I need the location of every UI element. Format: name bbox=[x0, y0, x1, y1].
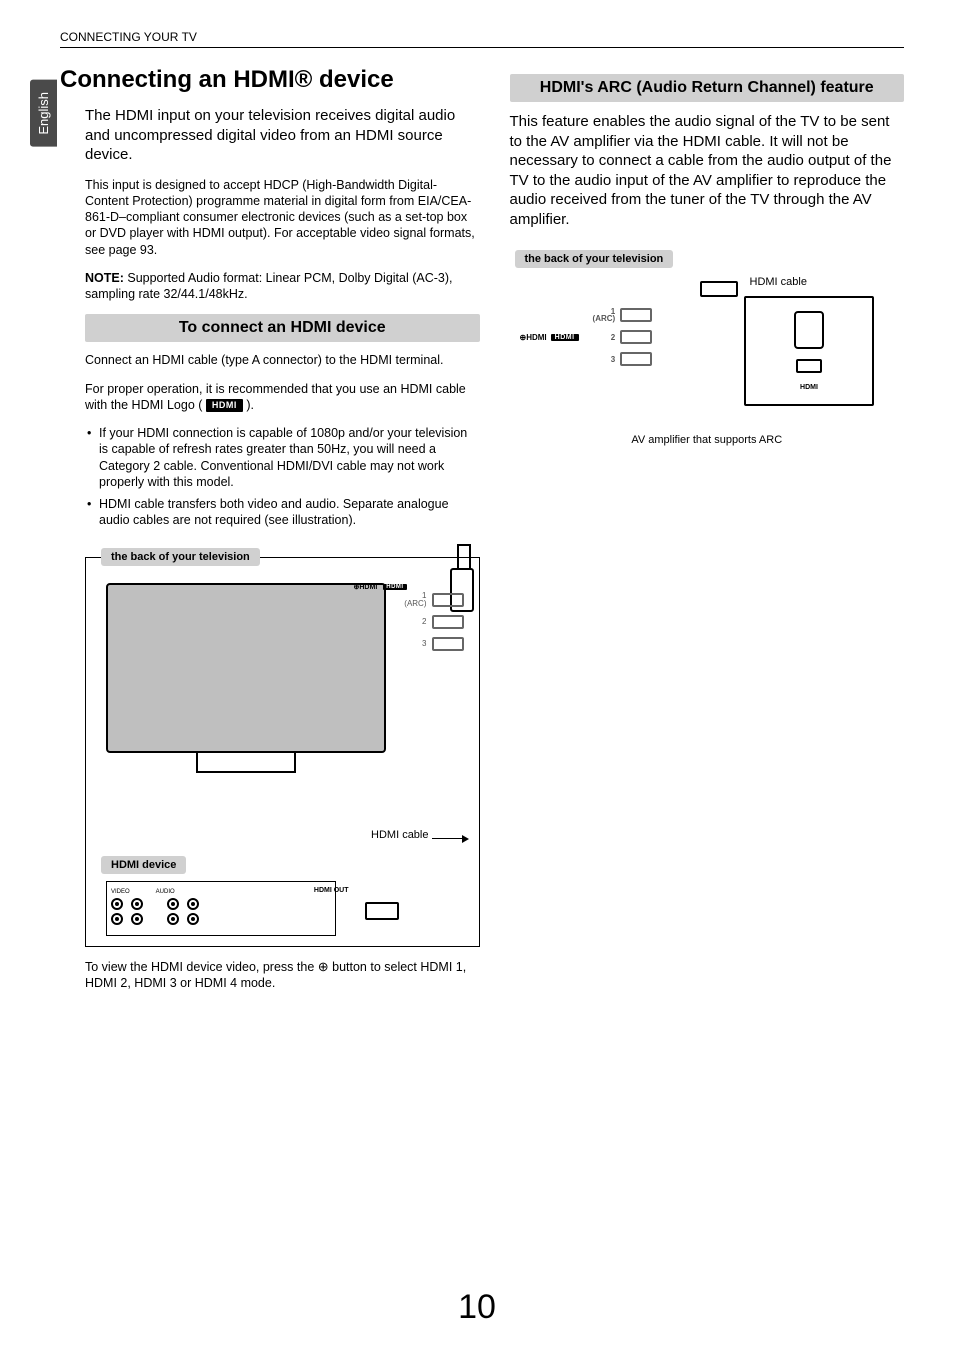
body-para-2: Connect an HDMI cable (type A connector)… bbox=[85, 352, 480, 368]
hdmi-logo-icon: HDMI bbox=[383, 584, 406, 590]
input-source-icon: ⊕ bbox=[318, 959, 329, 974]
hdmi-out-label: HDMI OUT bbox=[314, 887, 349, 894]
subheading-connect: To connect an HDMI device bbox=[85, 314, 480, 342]
amplifier-caption: AV amplifier that supports ARC bbox=[510, 434, 905, 446]
hdmi-logo-icon: HDMI bbox=[206, 399, 243, 413]
rca-jack-icon bbox=[111, 898, 123, 910]
bullet-list: If your HDMI connection is capable of 10… bbox=[85, 425, 480, 529]
para3-after: ). bbox=[243, 398, 254, 412]
language-tab: English bbox=[30, 80, 57, 147]
cable-label: HDMI cable bbox=[371, 829, 428, 841]
hdmi-port-icon bbox=[620, 330, 652, 344]
hdmi-port-icon bbox=[432, 637, 464, 651]
hdmi-port-icon bbox=[620, 308, 652, 322]
body-para-4: To view the HDMI device video, press the… bbox=[85, 959, 480, 992]
hdmi-logo-icon: HDMI bbox=[551, 334, 579, 341]
port-label-1: 1 (ARC) bbox=[404, 592, 426, 606]
note-label: NOTE: bbox=[85, 271, 124, 285]
right-column: HDMI's ARC (Audio Return Channel) featur… bbox=[510, 66, 905, 1004]
audio-label: AUDIO bbox=[156, 889, 175, 895]
hdmi-label: ⊕HDMI bbox=[520, 333, 547, 342]
hdmi-out-plug-icon bbox=[365, 902, 399, 920]
para3-before: For proper operation, it is recommended … bbox=[85, 382, 466, 412]
hdmi-plug-icon bbox=[700, 281, 738, 297]
body-para-3: For proper operation, it is recommended … bbox=[85, 381, 480, 414]
rca-jack-icon bbox=[131, 898, 143, 910]
amplifier-icon bbox=[794, 311, 824, 349]
hdmi-port-icon bbox=[432, 593, 464, 607]
av-amplifier-illustration: HDMI bbox=[744, 296, 874, 406]
hdmi-device-illustration: VIDEO AUDIO bbox=[106, 881, 336, 936]
port-label-3: 3 bbox=[597, 355, 615, 364]
note-text: NOTE: Supported Audio format: Linear PCM… bbox=[85, 270, 480, 303]
left-column: Connecting an HDMI® device The HDMI inpu… bbox=[85, 66, 480, 1004]
diagram-device-label: HDMI device bbox=[101, 856, 186, 874]
hdmi-panel: ⊕HDMI HDMI 1 (ARC) 2 3 bbox=[520, 306, 690, 368]
rca-jack-icon bbox=[187, 898, 199, 910]
subheading-arc: HDMI's ARC (Audio Return Channel) featur… bbox=[510, 74, 905, 102]
video-label: VIDEO bbox=[111, 889, 130, 895]
hdmi-port-icon bbox=[620, 352, 652, 366]
rca-jack-icon bbox=[131, 913, 143, 925]
arrow-icon bbox=[432, 838, 467, 839]
diagram-tv-label: the back of your television bbox=[515, 250, 674, 268]
diagram-tv-label: the back of your television bbox=[101, 548, 260, 566]
hdmi-in-port-icon bbox=[796, 359, 822, 373]
hdmi-panel: ⊕HDMI HDMI 1 (ARC) 2 3 bbox=[354, 583, 464, 653]
page-title: Connecting an HDMI® device bbox=[60, 66, 480, 94]
diagram-arc: the back of your television ⊕HDMI HDMI 1… bbox=[510, 249, 905, 446]
body-para-1: This input is designed to accept HDCP (H… bbox=[85, 177, 480, 258]
rca-jack-icon bbox=[167, 913, 179, 925]
list-item: HDMI cable transfers both video and audi… bbox=[85, 496, 480, 529]
hdmi-label: HDMI bbox=[800, 384, 818, 391]
tv-back-illustration bbox=[106, 583, 386, 753]
diagram-hdmi-connection: the back of your television ⊕HDMI HDMI 1… bbox=[85, 557, 480, 947]
arc-description: This feature enables the audio signal of… bbox=[510, 112, 905, 229]
page-header: CONNECTING YOUR TV bbox=[60, 30, 904, 48]
port-label-3: 3 bbox=[409, 639, 427, 648]
page-number: 10 bbox=[0, 1288, 954, 1327]
rca-jack-icon bbox=[187, 913, 199, 925]
cable-label: HDMI cable bbox=[750, 276, 807, 288]
note-body: Supported Audio format: Linear PCM, Dolb… bbox=[85, 271, 453, 301]
port-label-2: 2 bbox=[409, 617, 427, 626]
hdmi-port-icon bbox=[432, 615, 464, 629]
list-item: If your HDMI connection is capable of 10… bbox=[85, 425, 480, 490]
intro-text: The HDMI input on your television receiv… bbox=[85, 106, 480, 165]
hdmi-label: ⊕HDMI bbox=[354, 583, 378, 591]
rca-jack-icon bbox=[111, 913, 123, 925]
port-label-1: 1 (ARC) bbox=[593, 308, 616, 322]
port-label-2: 2 bbox=[597, 333, 615, 342]
para4-before: To view the HDMI device video, press the bbox=[85, 960, 318, 974]
tv-stand-illustration bbox=[196, 753, 296, 773]
rca-jack-icon bbox=[167, 898, 179, 910]
